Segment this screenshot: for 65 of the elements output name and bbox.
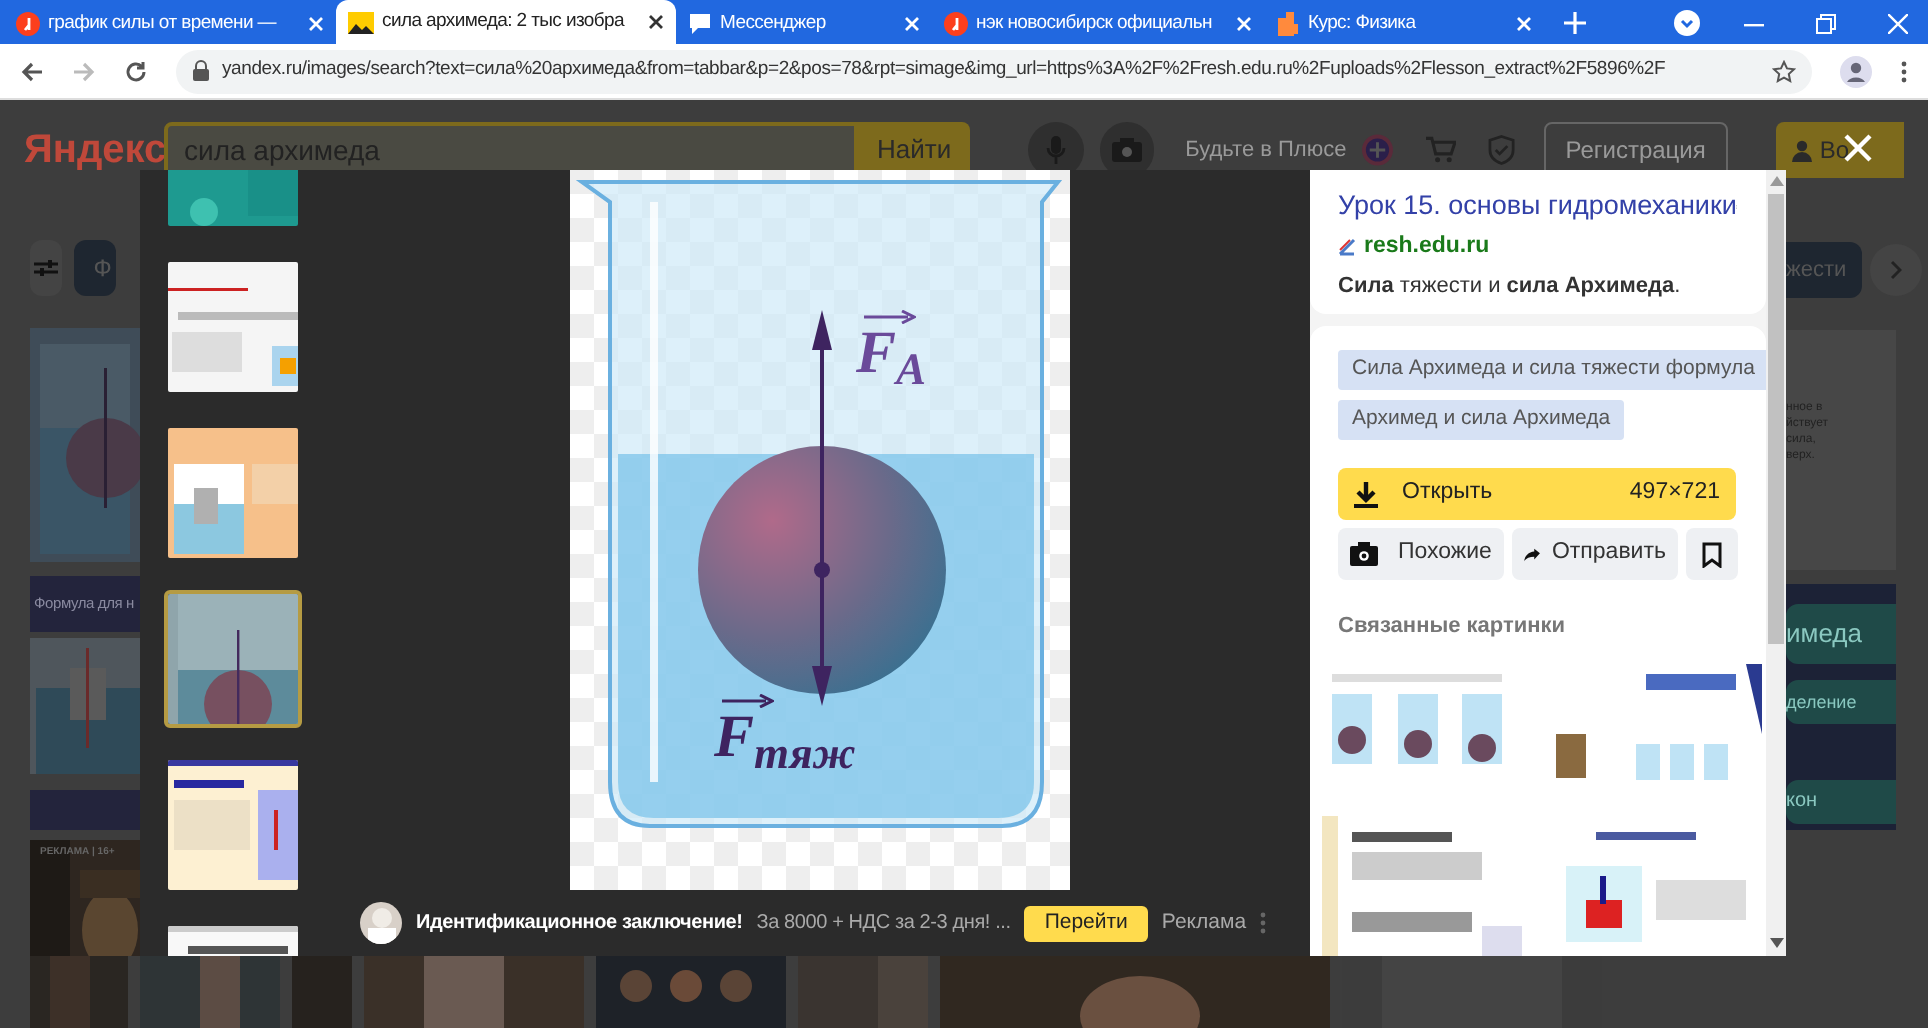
address-field[interactable]: yandex.ru/images/search?text=сила%20архимеда&from=tabbar&p=2&pos=78&rpt=simage&img_url=https%3A%2F%2Fresh.edu.ru%2Fuploads%2Flesson_extract%2F5896%2F — [176, 49, 1812, 93]
thumbnail[interactable] — [164, 258, 302, 396]
ad-label: Реклама — [1161, 907, 1247, 938]
card-chip[interactable]: кон — [1786, 780, 1896, 824]
site-link[interactable]: resh.edu.ru — [1364, 230, 1490, 265]
plus-promo-link[interactable]: Будьте в Плюсе — [1185, 133, 1347, 167]
related-query-chip[interactable]: Сила Архимеда и сила тяжести формула — [1338, 350, 1766, 390]
reload-icon[interactable] — [124, 59, 148, 83]
ad-text: За 8000 + НДС за 2-3 дня! ... — [756, 910, 1011, 938]
chat-icon — [688, 12, 712, 36]
course-icon — [1276, 12, 1300, 36]
url-text: yandex.ru/images/search?text=сила%20архимеда&from=tabbar&p=2&pos=78&rpt=simage&img_url=https%3A%2F%2Fresh.edu.ru%2Fuploads%2Flesson_extract%2F5896%2F — [222, 56, 1668, 85]
share-button[interactable]: Отправить — [1512, 528, 1678, 580]
share-arrow-icon — [1524, 543, 1540, 565]
restore-icon[interactable] — [1816, 14, 1836, 34]
person-icon — [1791, 139, 1812, 161]
scroll-down-icon[interactable] — [1769, 938, 1783, 950]
minimize-icon[interactable] — [1744, 24, 1764, 28]
result-card[interactable]: имеда деление кон — [1786, 584, 1896, 830]
scroll-thumb[interactable] — [1768, 194, 1784, 644]
bookmark-button[interactable] — [1686, 528, 1738, 580]
force-label: F$_{тяж}$ — [714, 708, 856, 768]
browser-tab[interactable]: Мессенджер — [676, 4, 932, 44]
go-button[interactable]: Перейти — [1024, 905, 1148, 941]
section-title: Связанные картинки — [1338, 612, 1566, 642]
browser-tab[interactable]: Курс: Физика — [1264, 4, 1544, 44]
vector-arrow-icon — [722, 694, 774, 708]
site-icon — [944, 12, 968, 36]
scrollbar[interactable] — [1766, 170, 1786, 956]
thumbnail[interactable] — [164, 756, 302, 894]
browser-tab[interactable]: график силы от времени — — [4, 4, 336, 44]
vector-arrow-icon — [864, 310, 916, 324]
browser-tab[interactable]: нэк новосибирск официальн — [932, 4, 1264, 44]
new-tab-icon[interactable] — [1564, 12, 1586, 34]
browser-tab[interactable]: сила архимеда: 2 тыс изобра — [336, 0, 676, 44]
thumbnail[interactable] — [164, 424, 302, 562]
site-icon — [1338, 238, 1356, 257]
open-button[interactable]: Открыть 497×721 — [1338, 468, 1736, 520]
image-icon — [348, 11, 374, 33]
camera-icon — [1111, 138, 1142, 162]
login-button[interactable]: Во — [1775, 122, 1905, 178]
dropdown-icon[interactable] — [1674, 10, 1700, 36]
menu-icon[interactable] — [1900, 59, 1908, 83]
lock-icon — [192, 60, 210, 82]
bookmark-icon — [1702, 541, 1722, 567]
card-banner — [30, 790, 140, 830]
site-icon — [16, 12, 40, 36]
back-icon[interactable] — [20, 59, 44, 83]
close-icon[interactable] — [648, 14, 664, 30]
download-icon — [1354, 481, 1378, 507]
force-label: F$_{A}$ — [856, 324, 927, 384]
card-chip[interactable]: деление — [1786, 680, 1896, 724]
thumbnail[interactable] — [164, 590, 302, 728]
filter-icon — [33, 258, 58, 278]
similar-button[interactable]: Похожие — [1338, 528, 1504, 580]
chevron-right-icon — [1890, 260, 1902, 280]
related-query-chip[interactable]: Архимед и сила Архимеда — [1338, 400, 1625, 440]
profile-icon[interactable] — [1840, 55, 1872, 87]
page-title-link[interactable]: Урок 15. основы гидромеханики — [1338, 186, 1737, 227]
description: Сила тяжести и сила Архимеда. — [1338, 271, 1683, 301]
card-chip[interactable]: имеда — [1786, 604, 1896, 664]
more-icon[interactable] — [1260, 912, 1267, 934]
ad-title[interactable]: Идентификационное заключение! — [416, 908, 743, 938]
camera-search-icon — [1350, 542, 1378, 566]
star-icon[interactable] — [1772, 59, 1796, 83]
